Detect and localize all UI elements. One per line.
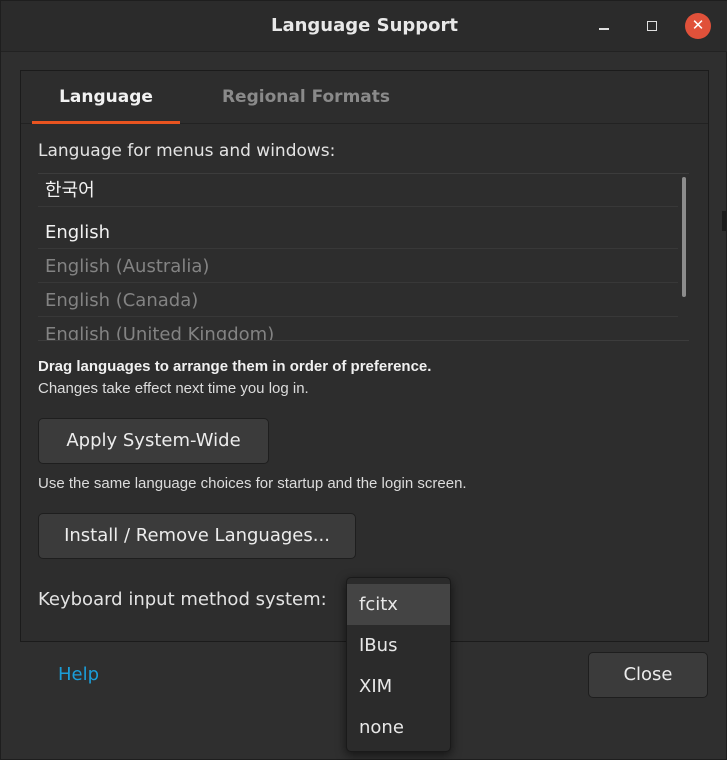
language-list-label: Language for menus and windows: [38,141,336,161]
titlebar[interactable]: Language Support ✕ [1,1,727,52]
minimize-icon [599,28,609,30]
login-hint: Changes take effect next time you log in… [38,380,309,397]
language-item-english-canada[interactable]: English (Canada) [38,284,678,317]
input-method-option-ibus[interactable]: IBus [347,625,450,666]
language-item-korean[interactable]: 한국어 [38,174,678,207]
close-button[interactable]: Close [588,652,708,698]
input-method-option-none[interactable]: none [347,707,450,748]
maximize-button[interactable] [639,13,665,39]
window-edge [722,211,726,231]
drag-hint: Drag languages to arrange them in order … [38,358,432,375]
maximize-icon [647,21,657,31]
input-method-option-xim[interactable]: XIM [347,666,450,707]
help-button[interactable]: Help [58,664,99,685]
tab-language[interactable]: Language [32,71,180,124]
language-list[interactable]: 한국어 English English (Australia) English … [38,173,689,341]
language-item-english-australia[interactable]: English (Australia) [38,250,678,283]
close-window-button[interactable]: ✕ [685,13,711,39]
tab-regional-formats[interactable]: Regional Formats [211,71,401,123]
input-method-dropdown[interactable]: fcitx IBus XIM none [346,577,451,752]
keyboard-input-method-label: Keyboard input method system: [38,589,327,610]
language-item-english-uk[interactable]: English (United Kingdom) [38,318,678,340]
language-item-english[interactable]: English [38,216,678,249]
window-title: Language Support [270,15,459,36]
minimize-button[interactable] [591,13,617,39]
close-icon: ✕ [691,17,705,34]
input-method-option-fcitx[interactable]: fcitx [347,584,450,625]
tab-bar: Language Regional Formats [21,71,708,124]
install-remove-languages-button[interactable]: Install / Remove Languages... [38,513,356,559]
language-list-scrollbar[interactable] [682,177,686,297]
apply-description: Use the same language choices for startu… [38,475,467,492]
apply-system-wide-button[interactable]: Apply System-Wide [38,418,269,464]
